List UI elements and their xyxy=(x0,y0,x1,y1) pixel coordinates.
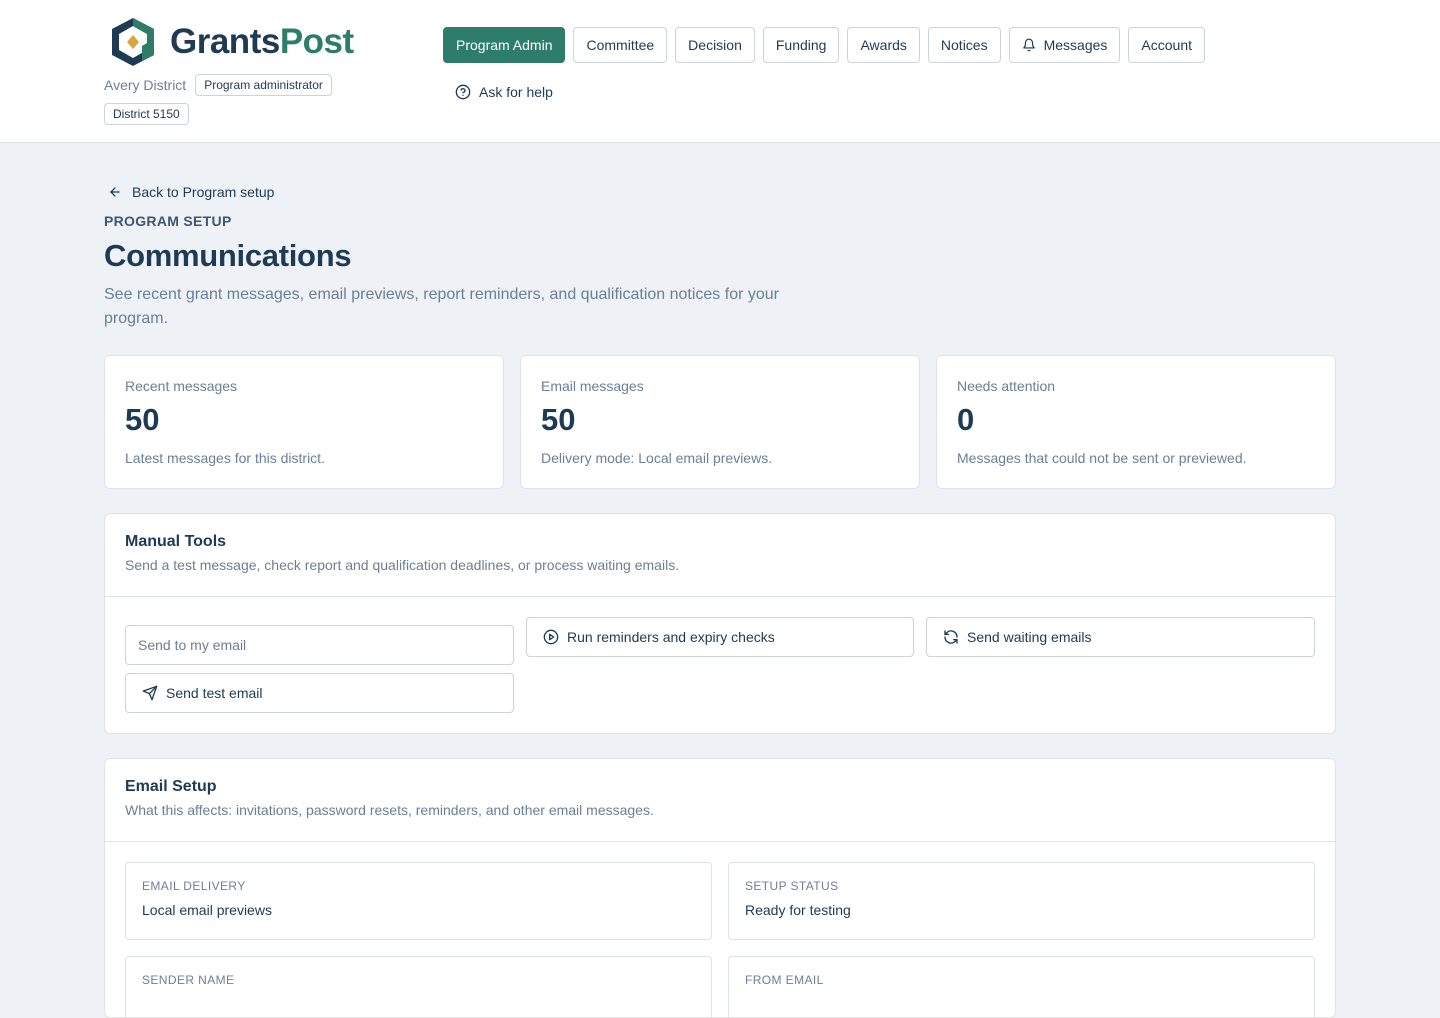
stat-label: Needs attention xyxy=(957,378,1056,394)
field-label: SETUP STATUS xyxy=(745,879,839,893)
org-info: Avery District Program administrator xyxy=(104,74,332,96)
brand-name: GrantsPost xyxy=(170,18,354,66)
run-checks-label: Run reminders and expiry checks xyxy=(567,629,775,645)
nav-funding[interactable]: Funding xyxy=(762,27,840,63)
stat-recent-messages: Recent messages 50 Latest messages for t… xyxy=(104,355,504,489)
field-value: Ready for testing xyxy=(745,902,851,918)
nav-notices[interactable]: Notices xyxy=(927,27,1001,63)
nav-account[interactable]: Account xyxy=(1128,27,1205,63)
role-badge: Program administrator xyxy=(195,74,332,96)
nav-messages[interactable]: Messages xyxy=(1008,27,1121,63)
run-checks-button[interactable]: Run reminders and expiry checks xyxy=(526,617,914,657)
stat-label: Email messages xyxy=(541,378,644,394)
email-setup-card: Email Setup What this affects: invitatio… xyxy=(104,758,1336,1018)
back-link-label: Back to Program setup xyxy=(132,184,275,200)
stat-value: 50 xyxy=(541,402,576,437)
page-title: Communications xyxy=(104,238,352,273)
card-title: Manual Tools xyxy=(125,533,227,550)
arrow-left-icon xyxy=(110,187,120,197)
help-label: Ask for help xyxy=(479,84,553,100)
field-label: FROM EMAIL xyxy=(745,973,824,987)
send-icon xyxy=(142,685,158,701)
bell-icon xyxy=(1022,38,1035,52)
page-eyebrow: PROGRAM SETUP xyxy=(104,213,232,229)
sender-name-field: SENDER NAME xyxy=(125,956,712,1017)
nav-decision[interactable]: Decision xyxy=(675,27,755,63)
back-link[interactable]: Back to Program setup xyxy=(108,184,274,200)
stat-value: 0 xyxy=(957,402,975,437)
card-header: Manual Tools Send a test message, check … xyxy=(105,514,1335,597)
nav-messages-label: Messages xyxy=(1043,37,1108,53)
send-test-email-button[interactable]: Send test email xyxy=(125,673,514,713)
nav-awards[interactable]: Awards xyxy=(847,27,920,63)
help-circle-icon xyxy=(455,84,471,100)
stat-description: Messages that could not be sent or previ… xyxy=(957,450,1247,466)
stat-needs-attention: Needs attention 0 Messages that could no… xyxy=(936,355,1336,489)
card-header: Email Setup What this affects: invitatio… xyxy=(105,759,1335,842)
play-circle-icon xyxy=(543,629,559,645)
stat-email-messages: Email messages 50 Delivery mode: Local e… xyxy=(520,355,920,489)
nav-committee[interactable]: Committee xyxy=(573,27,668,63)
send-waiting-emails-label: Send waiting emails xyxy=(967,629,1092,645)
setup-status-field: SETUP STATUS Ready for testing xyxy=(728,862,1315,940)
from-email-field: FROM EMAIL xyxy=(728,956,1315,1017)
send-waiting-emails-button[interactable]: Send waiting emails xyxy=(926,617,1315,657)
top-header: GrantsPost Avery District Program admini… xyxy=(0,0,1440,143)
field-value: Local email previews xyxy=(142,902,272,918)
stat-label: Recent messages xyxy=(125,378,238,394)
logo-mark-icon xyxy=(112,18,154,66)
send-test-email-label: Send test email xyxy=(166,685,263,701)
card-subtitle: What this affects: invitations, password… xyxy=(125,802,654,818)
test-email-input[interactable] xyxy=(125,625,514,665)
tools-body: Send test email Run reminders and expiry… xyxy=(105,597,1335,733)
page-description: See recent grant messages, email preview… xyxy=(104,286,779,327)
stat-value: 50 xyxy=(125,402,160,437)
stat-description: Latest messages for this district. xyxy=(125,450,325,466)
nav-program-admin[interactable]: Program Admin xyxy=(443,27,566,63)
brand-logo[interactable]: GrantsPost xyxy=(106,16,354,68)
refresh-icon xyxy=(944,630,958,644)
help-link[interactable]: Ask for help xyxy=(455,84,553,100)
org-name: Avery District xyxy=(104,77,187,93)
manual-tools-card: Manual Tools Send a test message, check … xyxy=(104,513,1336,734)
field-label: EMAIL DELIVERY xyxy=(142,879,246,893)
card-title: Email Setup xyxy=(125,778,217,795)
district-badge: District 5150 xyxy=(104,103,189,125)
stat-description: Delivery mode: Local email previews. xyxy=(541,450,773,466)
brand-name-part2: Post xyxy=(279,22,354,61)
card-subtitle: Send a test message, check report and qu… xyxy=(125,557,680,573)
brand-name-part1: Grants xyxy=(170,22,280,61)
main-nav: Program Admin Committee Decision Funding… xyxy=(443,27,1205,63)
email-delivery-field: EMAIL DELIVERY Local email previews xyxy=(125,862,712,940)
field-label: SENDER NAME xyxy=(142,973,235,987)
